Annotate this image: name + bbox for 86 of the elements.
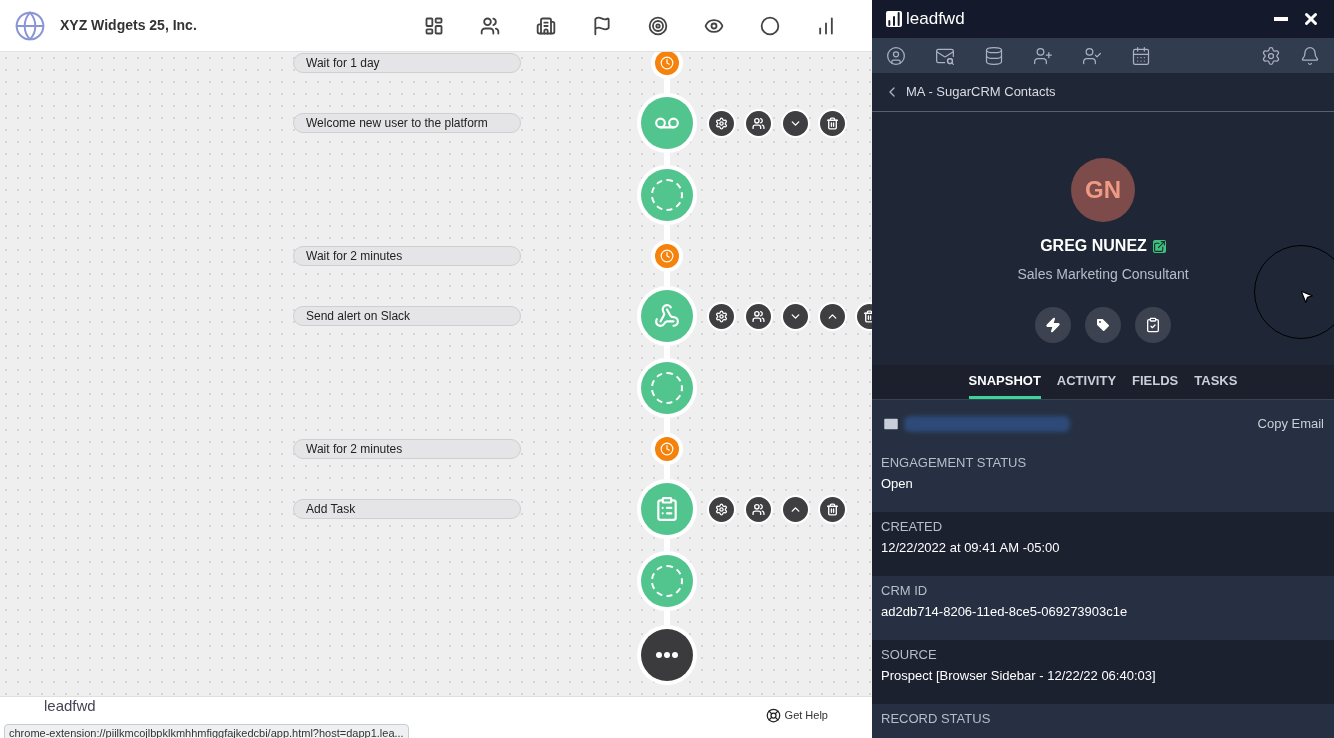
field-value: 12/22/2022 at 09:41 AM -05:00 xyxy=(881,539,1061,557)
move-up-button[interactable] xyxy=(781,494,810,524)
ring-icon[interactable] xyxy=(760,15,780,36)
lightning-icon xyxy=(1045,317,1061,333)
trash-icon xyxy=(826,502,839,516)
add-user-icon[interactable] xyxy=(1033,45,1053,66)
flag-icon[interactable] xyxy=(592,15,612,36)
minimize-icon xyxy=(1274,17,1288,21)
user-icon[interactable] xyxy=(886,45,906,66)
building-icon[interactable] xyxy=(536,15,556,36)
task-button[interactable] xyxy=(1135,307,1171,343)
people-icon xyxy=(752,309,765,323)
panel-title: leadfwd xyxy=(906,8,965,31)
field-label: SOURCE xyxy=(881,646,938,664)
clock-icon xyxy=(660,442,674,456)
clock-icon xyxy=(660,56,674,70)
globe-logo-icon xyxy=(14,9,46,42)
cursor-icon xyxy=(1299,289,1314,304)
clock-icon xyxy=(660,249,674,263)
step-label[interactable]: Welcome new user to the platform xyxy=(293,113,521,133)
timer-node[interactable] xyxy=(651,52,683,79)
delete-button[interactable] xyxy=(818,108,847,138)
people-icon xyxy=(752,116,765,130)
avatar: GN xyxy=(1071,158,1135,222)
step-label[interactable]: Wait for 1 day xyxy=(293,53,521,73)
tab[interactable]: ACTIVITY xyxy=(1056,365,1117,399)
field-value: Open xyxy=(881,475,914,493)
settings-icon[interactable] xyxy=(1261,45,1281,66)
settings-button[interactable] xyxy=(707,108,736,138)
field-label: CRM ID xyxy=(881,582,929,600)
target-icon[interactable] xyxy=(648,15,668,36)
tab[interactable]: FIELDS xyxy=(1132,365,1179,399)
help-link[interactable]: Get Help xyxy=(765,707,828,724)
lifebuoy-icon xyxy=(765,707,781,723)
field-label: ENGAGEMENT STATUS xyxy=(881,454,1028,472)
field-label: RECORD STATUS xyxy=(881,710,992,728)
gear-icon xyxy=(715,309,728,323)
copy-email-link[interactable]: Copy Email xyxy=(1257,414,1324,434)
more-icon xyxy=(656,652,678,658)
lightning-button[interactable] xyxy=(1035,307,1071,343)
company-name: XYZ Widgets 25, Inc. xyxy=(60,16,197,35)
clipboard-check-icon xyxy=(1145,317,1161,333)
move-down-button[interactable] xyxy=(781,108,810,138)
breadcrumb-title: MA - SugarCRM Contacts xyxy=(906,83,1056,102)
assign-button[interactable] xyxy=(744,494,773,524)
field-value: ad2db714-8206-11ed-8ce5-069273903c1e xyxy=(881,603,1129,621)
bar-chart-icon[interactable] xyxy=(816,15,836,36)
gear-icon xyxy=(715,502,728,516)
contact-name: GREG NUNEZ xyxy=(1040,236,1147,256)
mail-icon xyxy=(882,415,900,433)
people-icon xyxy=(752,502,765,516)
field-value: Prospect [Browser Sidebar - 12/22/22 06:40:03] xyxy=(881,667,1157,685)
assign-button[interactable] xyxy=(744,108,773,138)
tab[interactable]: TASKS xyxy=(1194,365,1238,399)
close-icon xyxy=(1302,10,1320,28)
status-url-tooltip: chrome-extension://piilkmcojlbpklkmhhmfiggfajkedcbi/app.html?host=dapp1.lea... xyxy=(4,723,409,738)
bell-icon[interactable] xyxy=(1300,45,1320,66)
timer-node[interactable] xyxy=(651,240,683,272)
logo-icon xyxy=(886,11,902,27)
step-label[interactable]: Send alert on Slack xyxy=(293,306,521,326)
delete-button[interactable] xyxy=(818,494,847,524)
move-down-button[interactable] xyxy=(781,301,810,331)
dashboard-icon[interactable] xyxy=(424,15,444,36)
network-icon xyxy=(654,303,680,329)
gear-icon xyxy=(715,116,728,130)
step-label[interactable]: Add Task xyxy=(293,499,521,519)
calendar-icon[interactable] xyxy=(1131,45,1151,66)
database-icon[interactable] xyxy=(984,45,1004,66)
step-label[interactable]: Wait for 2 minutes xyxy=(293,246,521,266)
external-link-icon[interactable] xyxy=(1152,239,1166,253)
field-label: CREATED xyxy=(881,518,944,536)
contact-title: Sales Marketing Consultant xyxy=(1017,265,1189,284)
close-button[interactable] xyxy=(1302,10,1320,28)
move-up-button[interactable] xyxy=(818,301,847,331)
tag-icon xyxy=(1095,317,1111,333)
people-icon[interactable] xyxy=(480,15,500,36)
user-check-icon[interactable] xyxy=(1082,45,1102,66)
tag-button[interactable] xyxy=(1085,307,1121,343)
clipboard-icon xyxy=(654,496,680,522)
trash-icon xyxy=(826,116,839,130)
footer-logo: leadfwd xyxy=(44,697,96,714)
settings-button[interactable] xyxy=(707,494,736,524)
timer-node[interactable] xyxy=(651,433,683,465)
settings-button[interactable] xyxy=(707,301,736,331)
assign-button[interactable] xyxy=(744,301,773,331)
step-label[interactable]: Wait for 2 minutes xyxy=(293,439,521,459)
